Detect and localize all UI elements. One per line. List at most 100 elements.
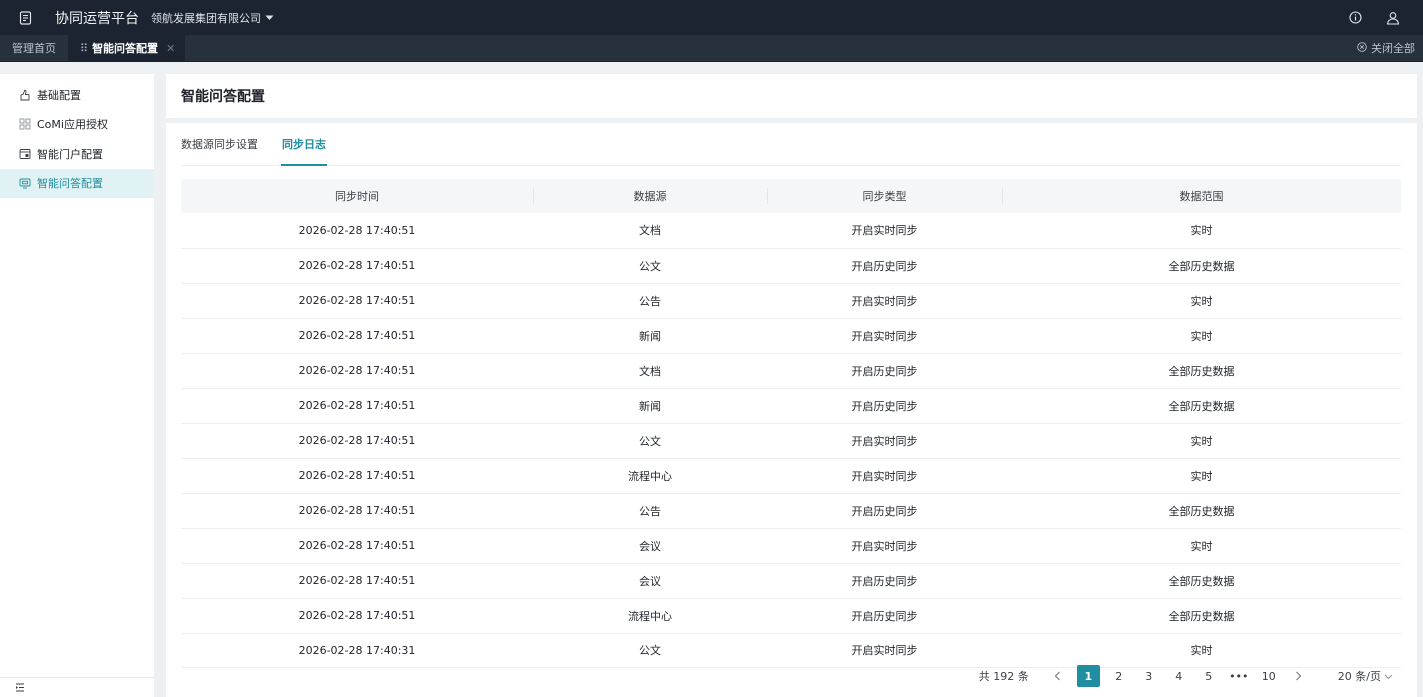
drag-handle-icon[interactable]: ⠿ xyxy=(80,42,88,55)
table-row: 2026-02-28 17:40:51 文档 开启历史同步 全部历史数据 xyxy=(181,353,1401,389)
table-row: 2026-02-28 17:40:51 流程中心 开启实时同步 实时 xyxy=(181,458,1401,494)
tab-label: 管理首页 xyxy=(12,42,56,55)
table-cell: 2026-02-28 17:40:51 xyxy=(181,563,533,599)
table-cell: 开启实时同步 xyxy=(767,633,1002,668)
app-title: 协同运营平台 xyxy=(55,10,139,27)
close-circle-icon xyxy=(1357,41,1367,55)
table-cell: 2026-02-28 17:40:51 xyxy=(181,388,533,424)
table-row: 2026-02-28 17:40:51 公告 开启历史同步 全部历史数据 xyxy=(181,493,1401,529)
table-cell: 2026-02-28 17:40:51 xyxy=(181,458,533,494)
table-cell: 新闻 xyxy=(533,318,767,354)
table-cell: 2026-02-28 17:40:51 xyxy=(181,248,533,284)
subtab-label: 同步日志 xyxy=(282,137,326,151)
subtab-label: 数据源同步设置 xyxy=(181,137,258,151)
tab-home[interactable]: 管理首页 xyxy=(0,35,68,61)
sidebar-item-qa-config[interactable]: 智能问答配置 xyxy=(0,168,154,198)
user-icon[interactable] xyxy=(1385,10,1401,26)
company-switcher[interactable]: 领航发展集团有限公司 xyxy=(151,10,274,26)
sidebar-collapse-button[interactable] xyxy=(0,677,154,697)
table-cell: 实时 xyxy=(1002,213,1401,249)
page-button[interactable]: 1 xyxy=(1076,665,1100,687)
sidebar-item-basic-config[interactable]: 基础配置 xyxy=(0,80,154,110)
table-header-row: 同步时间 数据源 同步类型 数据范围 xyxy=(181,179,1401,213)
table-cell: 2026-02-28 17:40:51 xyxy=(181,213,533,249)
table-row: 2026-02-28 17:40:51 新闻 开启实时同步 实时 xyxy=(181,318,1401,354)
subtab-datasource-sync[interactable]: 数据源同步设置 xyxy=(181,122,258,165)
sidebar-item-label: 智能问答配置 xyxy=(37,177,103,191)
page-button[interactable]: 3 xyxy=(1138,665,1160,687)
close-icon[interactable]: ✕ xyxy=(166,42,175,55)
table-cell: 开启历史同步 xyxy=(767,248,1002,284)
total-count: 共 192 条 xyxy=(978,670,1029,683)
page-list: 1 2 3 4 5 ••• 10 xyxy=(1073,665,1284,687)
qa-icon xyxy=(18,177,31,190)
table-row: 2026-02-28 17:40:51 公告 开启实时同步 实时 xyxy=(181,283,1401,319)
table-cell: 2026-02-28 17:40:51 xyxy=(181,318,533,354)
page-button[interactable]: 5 xyxy=(1198,665,1220,687)
table-cell: 开启历史同步 xyxy=(767,493,1002,529)
sync-log-table: 同步时间 数据源 同步类型 数据范围 2026-02-28 17:40:51 文档… xyxy=(181,179,1401,668)
table-cell: 全部历史数据 xyxy=(1002,388,1401,424)
close-all-button[interactable]: 关闭全部 xyxy=(1357,35,1415,61)
sidebar-item-label: 智能门户配置 xyxy=(37,147,103,161)
page-header: 智能问答配置 xyxy=(166,74,1417,118)
page-title: 智能问答配置 xyxy=(181,89,265,105)
table-cell: 开启历史同步 xyxy=(767,388,1002,424)
next-page-button[interactable] xyxy=(1288,665,1310,687)
page-size-select[interactable]: 20 条/页 xyxy=(1338,668,1393,684)
sidebar-item-label: CoMi应用授权 xyxy=(37,118,108,132)
table-row: 2026-02-28 17:40:31 公文 开启实时同步 实时 xyxy=(181,633,1401,668)
info-icon[interactable] xyxy=(1347,10,1363,26)
table-cell: 流程中心 xyxy=(533,458,767,494)
table-cell: 实时 xyxy=(1002,458,1401,494)
pagination: 共 192 条 1 2 3 4 5 ••• 10 20 条/页 xyxy=(979,664,1393,688)
main-panel: 数据源同步设置 同步日志 同步时间 数据源 同步类型 数据范围 2026-02-… xyxy=(166,123,1417,697)
table-cell: 公文 xyxy=(533,633,767,668)
table-row: 2026-02-28 17:40:51 新闻 开启历史同步 全部历史数据 xyxy=(181,388,1401,424)
subtab-bar: 数据源同步设置 同步日志 xyxy=(181,123,1401,166)
page-button[interactable]: 10 xyxy=(1258,665,1280,687)
page-size-label: 20 条/页 xyxy=(1337,670,1381,683)
table-cell: 公告 xyxy=(533,283,767,319)
table-cell: 文档 xyxy=(533,353,767,389)
table-cell: 开启实时同步 xyxy=(767,213,1002,249)
column-header: 同步类型 xyxy=(767,179,1002,213)
sidebar-item-portal-config[interactable]: 智能门户配置 xyxy=(0,139,154,169)
table-cell: 2026-02-28 17:40:51 xyxy=(181,353,533,389)
table-cell: 开启实时同步 xyxy=(767,283,1002,319)
table-cell: 开启实时同步 xyxy=(767,458,1002,494)
table-cell: 会议 xyxy=(533,528,767,564)
prev-page-button[interactable] xyxy=(1047,665,1069,687)
column-header: 数据源 xyxy=(533,179,767,213)
subtab-sync-log[interactable]: 同步日志 xyxy=(281,122,327,166)
table-cell: 全部历史数据 xyxy=(1002,353,1401,389)
more-pages-button[interactable]: ••• xyxy=(1228,665,1250,687)
table-cell: 开启实时同步 xyxy=(767,528,1002,564)
table-cell: 2026-02-28 17:40:51 xyxy=(181,283,533,319)
table-cell: 2026-02-28 17:40:31 xyxy=(181,633,533,668)
sidebar: 基础配置 CoMi应用授权 智能门户配置 智能问答配置 xyxy=(0,74,154,697)
table-cell: 全部历史数据 xyxy=(1002,563,1401,599)
page-button[interactable]: 4 xyxy=(1168,665,1190,687)
table-cell: 开启实时同步 xyxy=(767,318,1002,354)
close-all-label: 关闭全部 xyxy=(1371,42,1415,55)
table-cell: 公文 xyxy=(533,423,767,459)
table-cell: 实时 xyxy=(1002,633,1401,668)
table-cell: 全部历史数据 xyxy=(1002,248,1401,284)
table-row: 2026-02-28 17:40:51 文档 开启实时同步 实时 xyxy=(181,213,1401,249)
portal-icon xyxy=(18,147,31,160)
table-cell: 全部历史数据 xyxy=(1002,493,1401,529)
table-cell: 开启历史同步 xyxy=(767,353,1002,389)
page-button[interactable]: 2 xyxy=(1108,665,1130,687)
column-header: 数据范围 xyxy=(1002,179,1401,213)
column-header: 同步时间 xyxy=(181,179,533,213)
app-icon[interactable] xyxy=(17,10,33,26)
tab-qa-config[interactable]: ⠿ 智能问答配置 ✕ xyxy=(68,35,186,61)
table-cell: 全部历史数据 xyxy=(1002,598,1401,634)
hand-icon xyxy=(18,88,31,101)
table-cell: 开启历史同步 xyxy=(767,598,1002,634)
table-cell: 2026-02-28 17:40:51 xyxy=(181,528,533,564)
table-cell: 实时 xyxy=(1002,283,1401,319)
sidebar-item-comi-auth[interactable]: CoMi应用授权 xyxy=(0,110,154,140)
table-cell: 新闻 xyxy=(533,388,767,424)
